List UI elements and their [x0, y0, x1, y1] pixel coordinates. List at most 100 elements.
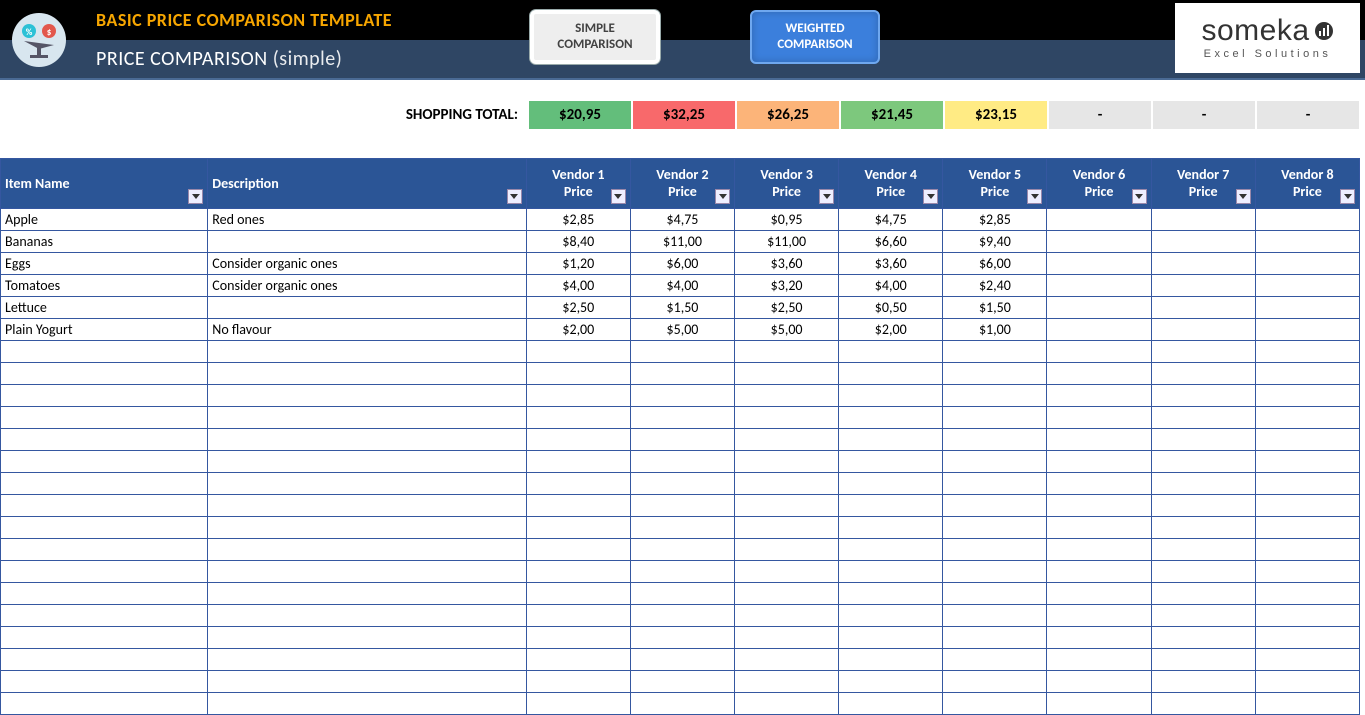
cell-price[interactable] [943, 429, 1047, 451]
cell-price[interactable] [943, 693, 1047, 715]
cell-price[interactable] [1151, 517, 1255, 539]
cell-description[interactable] [208, 341, 526, 363]
cell-item-name[interactable] [1, 495, 208, 517]
cell-item-name[interactable] [1, 429, 208, 451]
cell-price[interactable] [1047, 671, 1151, 693]
cell-price[interactable] [943, 539, 1047, 561]
cell-item-name[interactable]: Plain Yogurt [1, 319, 208, 341]
cell-description[interactable] [208, 297, 526, 319]
cell-price[interactable] [1047, 649, 1151, 671]
column-header-vendor-4[interactable]: Vendor 4Price [839, 159, 943, 209]
cell-description[interactable] [208, 363, 526, 385]
filter-dropdown-icon[interactable] [507, 189, 522, 204]
cell-price[interactable] [526, 385, 630, 407]
cell-price[interactable] [1151, 451, 1255, 473]
cell-item-name[interactable] [1, 605, 208, 627]
cell-price[interactable] [1255, 231, 1359, 253]
cell-price[interactable] [630, 407, 734, 429]
cell-price[interactable]: $6,60 [839, 231, 943, 253]
cell-price[interactable] [735, 495, 839, 517]
cell-price[interactable]: $4,75 [630, 209, 734, 231]
cell-item-name[interactable] [1, 649, 208, 671]
cell-price[interactable] [630, 693, 734, 715]
cell-price[interactable] [526, 693, 630, 715]
cell-item-name[interactable]: Apple [1, 209, 208, 231]
cell-price[interactable]: $3,20 [735, 275, 839, 297]
cell-item-name[interactable]: Bananas [1, 231, 208, 253]
cell-price[interactable]: $4,00 [839, 275, 943, 297]
filter-dropdown-icon[interactable] [1132, 189, 1147, 204]
cell-price[interactable] [839, 583, 943, 605]
cell-price[interactable] [943, 517, 1047, 539]
cell-price[interactable] [1151, 275, 1255, 297]
cell-price[interactable]: $1,00 [943, 319, 1047, 341]
cell-price[interactable] [630, 561, 734, 583]
cell-description[interactable] [208, 693, 526, 715]
cell-price[interactable] [839, 363, 943, 385]
weighted-comparison-button[interactable]: WEIGHTED COMPARISON [750, 10, 880, 64]
cell-price[interactable] [1047, 561, 1151, 583]
cell-price[interactable] [630, 649, 734, 671]
cell-price[interactable]: $4,00 [526, 275, 630, 297]
cell-description[interactable]: Consider organic ones [208, 253, 526, 275]
cell-price[interactable] [943, 561, 1047, 583]
cell-price[interactable] [1047, 297, 1151, 319]
cell-price[interactable] [526, 605, 630, 627]
cell-price[interactable] [943, 627, 1047, 649]
cell-price[interactable] [735, 649, 839, 671]
cell-price[interactable] [1047, 693, 1151, 715]
cell-price[interactable] [1151, 583, 1255, 605]
cell-price[interactable] [735, 451, 839, 473]
cell-price[interactable] [1151, 253, 1255, 275]
cell-price[interactable] [1255, 473, 1359, 495]
column-header-vendor-3[interactable]: Vendor 3Price [735, 159, 839, 209]
cell-item-name[interactable]: Lettuce [1, 297, 208, 319]
cell-price[interactable] [943, 473, 1047, 495]
cell-item-name[interactable]: Eggs [1, 253, 208, 275]
cell-price[interactable] [735, 517, 839, 539]
cell-price[interactable] [1151, 649, 1255, 671]
cell-price[interactable] [943, 341, 1047, 363]
cell-price[interactable]: $1,20 [526, 253, 630, 275]
cell-price[interactable] [735, 407, 839, 429]
cell-description[interactable] [208, 539, 526, 561]
cell-price[interactable] [1151, 693, 1255, 715]
cell-price[interactable] [735, 341, 839, 363]
cell-price[interactable] [839, 451, 943, 473]
cell-price[interactable] [735, 385, 839, 407]
cell-price[interactable] [1151, 539, 1255, 561]
cell-price[interactable]: $0,95 [735, 209, 839, 231]
cell-description[interactable] [208, 517, 526, 539]
cell-price[interactable]: $2,85 [526, 209, 630, 231]
cell-price[interactable] [1255, 319, 1359, 341]
cell-price[interactable] [630, 429, 734, 451]
cell-price[interactable] [735, 539, 839, 561]
cell-price[interactable] [1047, 539, 1151, 561]
cell-price[interactable] [1255, 517, 1359, 539]
cell-price[interactable] [839, 693, 943, 715]
cell-price[interactable] [630, 517, 734, 539]
cell-price[interactable]: $1,50 [630, 297, 734, 319]
cell-description[interactable] [208, 429, 526, 451]
cell-price[interactable] [630, 539, 734, 561]
cell-price[interactable]: $5,00 [735, 319, 839, 341]
cell-price[interactable] [630, 341, 734, 363]
cell-price[interactable] [943, 407, 1047, 429]
cell-item-name[interactable] [1, 341, 208, 363]
cell-item-name[interactable] [1, 473, 208, 495]
cell-item-name[interactable] [1, 561, 208, 583]
cell-price[interactable] [1255, 693, 1359, 715]
cell-price[interactable] [735, 627, 839, 649]
cell-price[interactable] [1047, 495, 1151, 517]
cell-price[interactable] [943, 605, 1047, 627]
cell-description[interactable] [208, 231, 526, 253]
cell-price[interactable] [1255, 253, 1359, 275]
cell-price[interactable] [735, 363, 839, 385]
cell-price[interactable] [630, 583, 734, 605]
cell-price[interactable] [943, 583, 1047, 605]
column-header-item-name[interactable]: Item Name [1, 159, 208, 209]
cell-price[interactable] [526, 473, 630, 495]
filter-dropdown-icon[interactable] [1236, 189, 1251, 204]
cell-description[interactable] [208, 605, 526, 627]
cell-price[interactable]: $2,50 [735, 297, 839, 319]
